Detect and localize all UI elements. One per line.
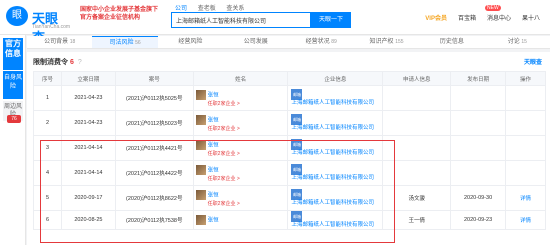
logo-mark-icon: 眼 xyxy=(6,6,28,26)
restriction-panel: 限制消费令 6 ? 天眼查 序号 立案日期 案号 姓名 企业信息 申请人信息 发… xyxy=(27,52,550,245)
person-companies-link[interactable]: 任职2家企业 > xyxy=(196,100,288,107)
table-row: 2 2021-04-23 (2021)沪0112执5023号 张恒 任职2家企业 … xyxy=(33,110,546,136)
tab-business-risk[interactable]: 经营风险 xyxy=(158,36,223,48)
col-applicant: 申请人信息 xyxy=(382,71,452,86)
logo-subtext: TianYanCha.com xyxy=(32,24,71,30)
new-badge: NEW xyxy=(485,5,501,11)
company-logo-icon: 邮箱纸 xyxy=(291,89,303,108)
company-logo-icon: 邮箱纸 xyxy=(291,114,303,133)
person-companies-link[interactable]: 任职2家企业 > xyxy=(196,125,288,132)
col-company: 企业信息 xyxy=(287,71,384,86)
person-avatar xyxy=(195,89,206,100)
tab-judicial-risk[interactable]: 司法风险 56 xyxy=(92,36,158,48)
company-link[interactable]: 上海邮箱纸人工智能科技有限公司 xyxy=(291,125,374,132)
side-official-info[interactable]: 官方信息 xyxy=(3,38,23,70)
detail-link[interactable]: 详情 xyxy=(505,210,546,230)
search-input[interactable]: 上海邮箱纸人工智能科技有限公司 xyxy=(171,12,311,28)
person-avatar xyxy=(195,114,206,125)
detail-link[interactable]: 详情 xyxy=(505,185,546,211)
search-type-tabs: 公司 查老板 查关系 xyxy=(175,3,253,12)
col-case-no: 案号 xyxy=(114,71,194,86)
col-filed-date: 立案日期 xyxy=(60,71,116,86)
risk-count-badge: 76 xyxy=(7,115,21,123)
site-logo[interactable]: 眼 天眼查 TianYanCha.com xyxy=(6,5,70,45)
col-pub-date: 发布日期 xyxy=(450,71,507,86)
vip-link[interactable]: VIP会员 xyxy=(425,13,447,22)
company-link[interactable]: 上海邮箱纸人工智能科技有限公司 xyxy=(291,100,374,107)
person-link[interactable]: 张恒 xyxy=(208,92,219,98)
section-tabs: 公司背景 18 司法风险 56 经营风险 公司发展 经营状况 89 知识产权 1… xyxy=(27,36,550,49)
top-bar: 眼 天眼查 TianYanCha.com 国家中小企业发展子基金旗下 官方备案企… xyxy=(0,0,550,45)
promo-text: 国家中小企业发展子基金旗下 官方备案企业征信机构 xyxy=(80,7,159,21)
col-no: 序号 xyxy=(33,71,62,86)
panel-title: 限制消费令 6 ? xyxy=(33,59,82,66)
highlight-box xyxy=(40,140,395,243)
tab-ip[interactable]: 知识产权 155 xyxy=(354,36,419,48)
search-button[interactable]: 天眼一下 xyxy=(311,12,351,28)
tab-company-development[interactable]: 公司发展 xyxy=(223,36,288,48)
col-action: 操作 xyxy=(505,71,546,86)
user-menu[interactable]: 果十八 xyxy=(522,13,540,22)
toolbox-link[interactable]: 百宝箱 xyxy=(458,13,476,22)
side-self-risk[interactable]: 自身风险 xyxy=(3,71,23,99)
messages-link[interactable]: 消息中心 xyxy=(487,13,511,22)
col-person: 姓名 xyxy=(192,71,289,86)
table-row: 1 2021-04-23 (2021)沪0112执5025号 张恒 任职2家企业 … xyxy=(33,85,546,111)
side-nav: 官方信息 自身风险 周边风险 76 xyxy=(0,35,26,245)
brand-watermark: 天眼查 xyxy=(523,60,542,66)
tab-discussion[interactable]: 讨论 15 xyxy=(485,36,550,48)
person-link[interactable]: 张恒 xyxy=(208,117,219,123)
tab-history[interactable]: 历史信息 xyxy=(419,36,484,48)
panel-count: 6 xyxy=(69,59,74,66)
top-nav: VIP会员 百宝箱 消息中心 果十八 xyxy=(425,13,540,22)
tab-business-status[interactable]: 经营状况 89 xyxy=(289,36,354,48)
help-icon[interactable]: ? xyxy=(78,59,82,66)
tab-company-background[interactable]: 公司背景 18 xyxy=(27,36,92,48)
